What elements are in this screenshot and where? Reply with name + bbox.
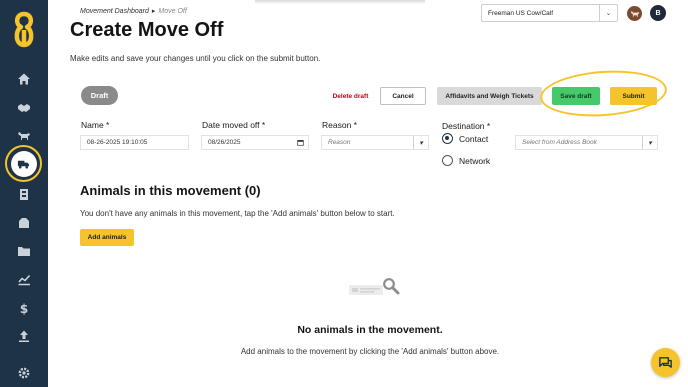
delete-draft-button[interactable]: Delete draft	[328, 87, 373, 105]
calendar-icon[interactable]	[293, 136, 308, 149]
truck-icon	[17, 160, 30, 169]
destination-network-label: Network	[459, 156, 491, 166]
empty-state-text: Add animals to the movement by clicking …	[240, 347, 500, 356]
upload-icon	[19, 330, 29, 342]
sidebar-item-upload[interactable]	[0, 322, 48, 350]
name-label: Name *	[81, 120, 110, 130]
animals-section-hint: You don't have any animals in this movem…	[80, 209, 395, 218]
sidebar-item-deals[interactable]	[0, 94, 48, 122]
destination-network-radio[interactable]	[442, 155, 453, 166]
chevron-down-icon: ⌄	[599, 5, 617, 21]
sidebar-item-home[interactable]	[0, 65, 48, 93]
building-icon	[20, 189, 28, 200]
ranch-avatar[interactable]	[627, 6, 642, 21]
page-title: Create Move Off	[70, 19, 224, 41]
breadcrumb-current: Move Off	[158, 8, 187, 15]
animals-section-title: Animals in this movement (0)	[80, 183, 261, 198]
breadcrumb-parent[interactable]: Movement Dashboard	[80, 8, 149, 15]
caret-down-icon: ▾	[413, 136, 428, 149]
ranch-select-value: Freeman US Cow/Calf	[488, 9, 554, 17]
address-book-select[interactable]: Select from Address Book ▾	[515, 135, 658, 150]
page-subtitle: Make edits and save your changes until y…	[70, 54, 321, 63]
app-logo[interactable]	[7, 10, 41, 50]
user-avatar[interactable]: B	[650, 5, 666, 21]
sidebar-item-finance[interactable]: $	[0, 294, 48, 322]
barn-icon	[19, 218, 29, 228]
sidebar-item-facilities[interactable]	[0, 180, 48, 208]
sidebar-item-documents[interactable]	[0, 237, 48, 265]
sidebar-item-reports[interactable]	[0, 265, 48, 293]
destination-contact-radio[interactable]	[442, 133, 453, 144]
sidebar-item-movements[interactable]	[5, 145, 42, 182]
destination-label: Destination *	[442, 121, 491, 131]
svg-text:$: $	[20, 302, 28, 315]
sidebar-item-barns[interactable]	[0, 208, 48, 236]
cow-icon	[18, 132, 30, 140]
reason-select[interactable]: Reason ▾	[321, 135, 429, 150]
chat-button[interactable]	[651, 348, 680, 377]
home-icon	[18, 73, 30, 85]
name-field-value: 08-26-2025 19:10:05	[87, 139, 148, 146]
status-badge: Draft	[81, 86, 118, 105]
caret-down-icon: ▾	[642, 136, 657, 149]
ranch-select[interactable]: Freeman US Cow/Calf ⌄	[481, 4, 618, 22]
highlight-annotation	[538, 66, 669, 121]
sidebar-item-settings[interactable]	[0, 359, 48, 387]
breadcrumb-separator: ▸	[151, 8, 156, 15]
top-shadow	[255, 0, 425, 4]
date-field[interactable]: 08/26/2025	[201, 135, 309, 150]
sidebar: $	[0, 0, 48, 387]
chat-icon	[659, 357, 672, 368]
destination-contact-label: Contact	[459, 134, 489, 144]
cancel-button[interactable]: Cancel	[380, 87, 426, 105]
folder-icon	[18, 247, 30, 256]
empty-search-icon	[349, 278, 400, 295]
add-animals-button[interactable]: Add animals	[80, 229, 134, 246]
cow-icon	[630, 10, 639, 17]
handshake-icon	[18, 104, 30, 112]
date-field-value: 08/26/2025	[208, 139, 241, 146]
name-field[interactable]: 08-26-2025 19:10:05	[80, 135, 189, 150]
empty-state-title: No animals in the movement.	[297, 324, 443, 336]
dollar-icon: $	[20, 302, 28, 315]
settings-icon	[18, 367, 30, 379]
address-book-placeholder: Select from Address Book	[522, 139, 597, 146]
date-label: Date moved off *	[202, 120, 266, 130]
breadcrumb: Movement Dashboard ▸ Move Off	[80, 7, 187, 15]
reason-label: Reason *	[322, 120, 357, 130]
affidavits-button[interactable]: Affidavits and Weigh Tickets	[437, 87, 542, 105]
reason-select-placeholder: Reason	[328, 139, 351, 146]
chart-icon	[18, 274, 31, 286]
